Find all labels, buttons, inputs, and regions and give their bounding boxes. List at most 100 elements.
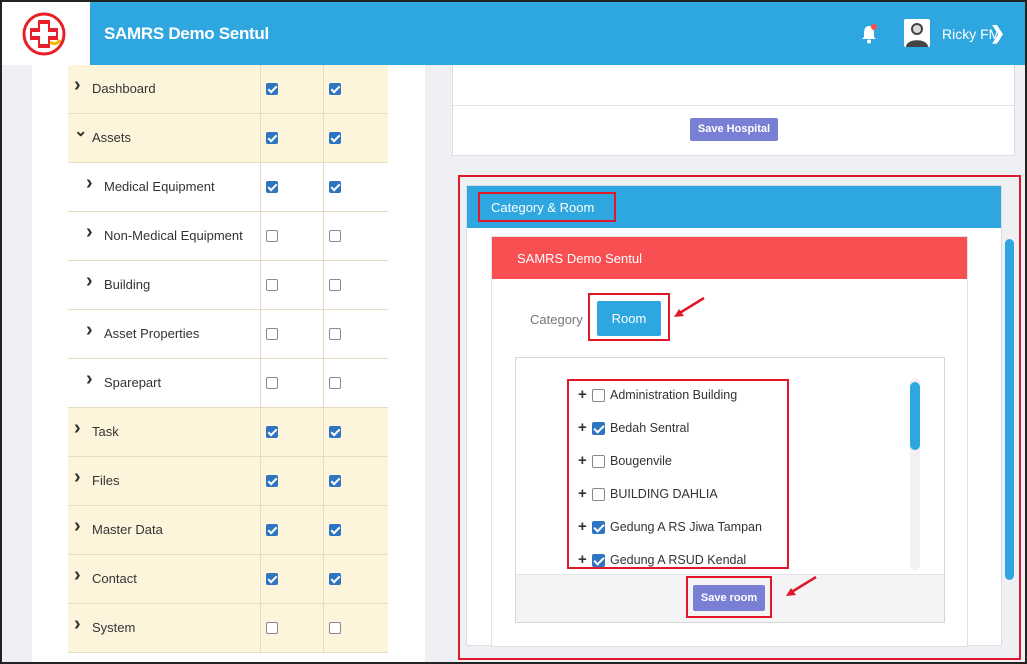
column-divider (323, 506, 324, 555)
permission-checkbox-edit[interactable] (329, 573, 341, 585)
app-title: SAMRS Demo Sentul (104, 24, 269, 43)
permission-checkbox-edit[interactable] (329, 475, 341, 487)
permission-checkbox-edit[interactable] (329, 622, 341, 634)
permission-panel: › Dashboard ⌄ Assets › Medical Equipment › Non-… (32, 65, 425, 662)
permission-row[interactable]: › Building (68, 261, 388, 310)
column-divider (260, 555, 261, 604)
column-divider (260, 310, 261, 359)
notification-bell-icon[interactable] (860, 24, 878, 44)
permission-checkbox-edit[interactable] (329, 328, 341, 340)
hospital-card: Save Hospital (452, 65, 1015, 156)
permission-row-label: Assets (92, 130, 132, 145)
permission-row-label: Non-Medical Equipment (104, 228, 243, 243)
permission-row[interactable]: › System (68, 604, 388, 653)
permission-checkbox-edit[interactable] (329, 132, 341, 144)
column-divider (260, 457, 261, 506)
column-divider (323, 457, 324, 506)
permission-checkbox-view[interactable] (266, 328, 278, 340)
permission-checkbox-edit[interactable] (329, 230, 341, 242)
chevron-right-icon[interactable]: › (74, 466, 81, 489)
permission-row-label: Medical Equipment (104, 179, 215, 194)
permission-row-label: Sparepart (104, 375, 162, 390)
permission-checkbox-view[interactable] (266, 377, 278, 389)
permission-checkbox-view[interactable] (266, 132, 278, 144)
column-divider (260, 359, 261, 408)
permission-checkbox-view[interactable] (266, 181, 278, 193)
permission-row[interactable]: › Contact (68, 555, 388, 604)
permission-row[interactable]: ⌄ Assets (68, 114, 388, 163)
annotation-arrow-icon (674, 296, 705, 317)
column-divider (323, 163, 324, 212)
save-hospital-button[interactable]: Save Hospital (690, 118, 778, 141)
column-divider (260, 65, 261, 114)
permission-row[interactable]: › Master Data (68, 506, 388, 555)
chevron-right-icon[interactable]: › (86, 270, 93, 293)
permission-row-label: Asset Properties (104, 326, 200, 341)
card-divider (453, 105, 1014, 106)
chevron-right-icon[interactable]: ❯ (990, 23, 1005, 44)
top-bar: SAMRS Demo Sentul Ricky FM ❯ (2, 2, 1025, 65)
permission-row-label: System (92, 620, 136, 635)
column-divider (323, 359, 324, 408)
column-divider (323, 555, 324, 604)
permission-row[interactable]: › Medical Equipment (68, 163, 388, 212)
column-divider (323, 261, 324, 310)
permission-checkbox-edit[interactable] (329, 524, 341, 536)
permission-checkbox-edit[interactable] (329, 426, 341, 438)
chevron-right-icon[interactable]: › (86, 368, 93, 391)
column-divider (260, 114, 261, 163)
permission-checkbox-edit[interactable] (329, 377, 341, 389)
permission-row-label: Building (104, 277, 151, 292)
permission-checkbox-view[interactable] (266, 230, 278, 242)
chevron-right-icon[interactable]: › (74, 613, 81, 636)
annotation-arrow-icon (786, 575, 817, 596)
column-divider (323, 408, 324, 457)
annotation-room-tab-outline (588, 293, 670, 341)
column-divider (260, 408, 261, 457)
app-window: SAMRS Demo Sentul Ricky FM ❯ › Dashboard ⌄… (0, 0, 1027, 664)
annotation-save-room-outline (686, 576, 772, 618)
user-avatar-icon (906, 23, 928, 47)
permission-checkbox-edit[interactable] (329, 279, 341, 291)
column-divider (260, 261, 261, 310)
annotation-title-outline (478, 192, 616, 222)
logo-container (2, 2, 90, 65)
column-divider (323, 310, 324, 359)
permission-checkbox-edit[interactable] (329, 181, 341, 193)
column-divider (323, 65, 324, 114)
column-divider (323, 604, 324, 653)
permission-row-label: Files (92, 473, 120, 488)
column-divider (323, 114, 324, 163)
permission-checkbox-view[interactable] (266, 279, 278, 291)
permission-row-label: Master Data (92, 522, 163, 537)
permission-checkbox-view[interactable] (266, 573, 278, 585)
user-avatar[interactable] (904, 19, 930, 47)
chevron-right-icon[interactable]: › (74, 515, 81, 538)
chevron-right-icon[interactable]: › (86, 221, 93, 244)
column-divider (260, 163, 261, 212)
permission-row[interactable]: › Sparepart (68, 359, 388, 408)
permission-checkbox-view[interactable] (266, 83, 278, 95)
permission-checkbox-view[interactable] (266, 524, 278, 536)
permission-checkbox-view[interactable] (266, 475, 278, 487)
chevron-right-icon[interactable]: › (74, 74, 81, 97)
annotation-room-list-outline (567, 379, 789, 569)
chevron-right-icon[interactable]: › (74, 564, 81, 587)
permission-checkbox-view[interactable] (266, 426, 278, 438)
permission-row[interactable]: › Task (68, 408, 388, 457)
permission-row[interactable]: › Asset Properties (68, 310, 388, 359)
permission-checkbox-edit[interactable] (329, 83, 341, 95)
column-divider (260, 604, 261, 653)
column-divider (260, 212, 261, 261)
permission-row-label: Task (92, 424, 119, 439)
permission-row[interactable]: › Non-Medical Equipment (68, 212, 388, 261)
chevron-right-icon[interactable]: › (86, 319, 93, 342)
chevron-right-icon[interactable]: › (86, 172, 93, 195)
chevron-right-icon[interactable]: › (74, 417, 81, 440)
permission-row[interactable]: › Files (68, 457, 388, 506)
permission-row-label: Contact (92, 571, 137, 586)
chevron-down-icon[interactable]: ⌄ (74, 121, 87, 141)
permission-row[interactable]: › Dashboard (68, 65, 388, 114)
column-divider (260, 506, 261, 555)
permission-checkbox-view[interactable] (266, 622, 278, 634)
